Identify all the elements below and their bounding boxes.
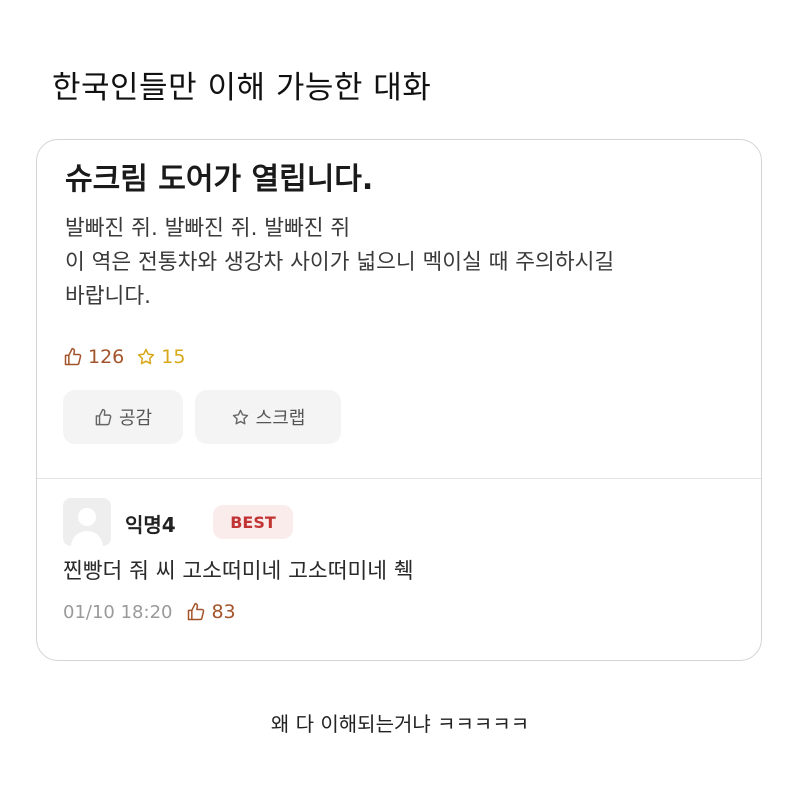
footer-caption: 왜 다 이해되는거냐 ㅋㅋㅋㅋㅋ: [270, 712, 530, 736]
like-button-label: 공감: [118, 408, 153, 429]
thumbs-up-icon: [188, 602, 205, 621]
comment-meta: 01/10 18:20 83: [63, 601, 236, 623]
like-count: 126: [63, 346, 124, 368]
thumbs-up-icon: [95, 408, 112, 425]
anonymous-user-icon: [63, 498, 111, 546]
comment-like-button[interactable]: 83: [186, 601, 236, 623]
star-icon: [138, 348, 155, 365]
comment-timestamp: 01/10 18:20: [63, 601, 173, 623]
post-body: 발빠진 쥐. 발빠진 쥐. 발빠진 쥐 이 역은 전통차와 생강차 사이가 넓으…: [65, 212, 755, 314]
post-body-line: 이 역은 전통차와 생강차 사이가 넓으니 멕이실 때 주의하시길: [65, 250, 615, 275]
thumbs-up-icon: [64, 347, 82, 366]
scrap-button[interactable]: 스크랩: [195, 390, 341, 444]
comment-like-count: 83: [211, 601, 236, 623]
post-title: 슈크림 도어가 열립니다.: [65, 162, 374, 197]
star-icon: [232, 409, 248, 424]
like-button[interactable]: 공감: [63, 390, 183, 444]
comment-item: 익명4 BEST 찐빵더 줘 씨 고소떠미네 고소떠미네 췍 01/10 18:…: [63, 498, 743, 623]
post-card: 슈크림 도어가 열립니다. 발빠진 쥐. 발빠진 쥐. 발빠진 쥐 이 역은 전…: [36, 139, 762, 661]
section-divider: [37, 478, 761, 479]
comment-author: 익명4: [125, 513, 176, 537]
page-headline: 한국인들만 이해 가능한 대화: [52, 70, 432, 106]
like-count-value: 126: [88, 346, 125, 368]
post-stats: 126 14 15: [63, 346, 197, 368]
post-actions: 공감 스크랩: [63, 390, 353, 444]
comment-text: 찐빵더 줘 씨 고소떠미네 고소떠미네 췍: [63, 559, 414, 584]
post-body-line: 발빠진 쥐. 발빠진 쥐. 발빠진 쥐: [65, 216, 351, 241]
scrap-button-label: 스크랩: [255, 408, 306, 429]
post-body-line: 바랍니다.: [65, 284, 151, 309]
scrap-count: 15: [136, 346, 185, 368]
best-badge: BEST: [213, 505, 293, 539]
scrap-count-value: 15: [161, 346, 186, 368]
